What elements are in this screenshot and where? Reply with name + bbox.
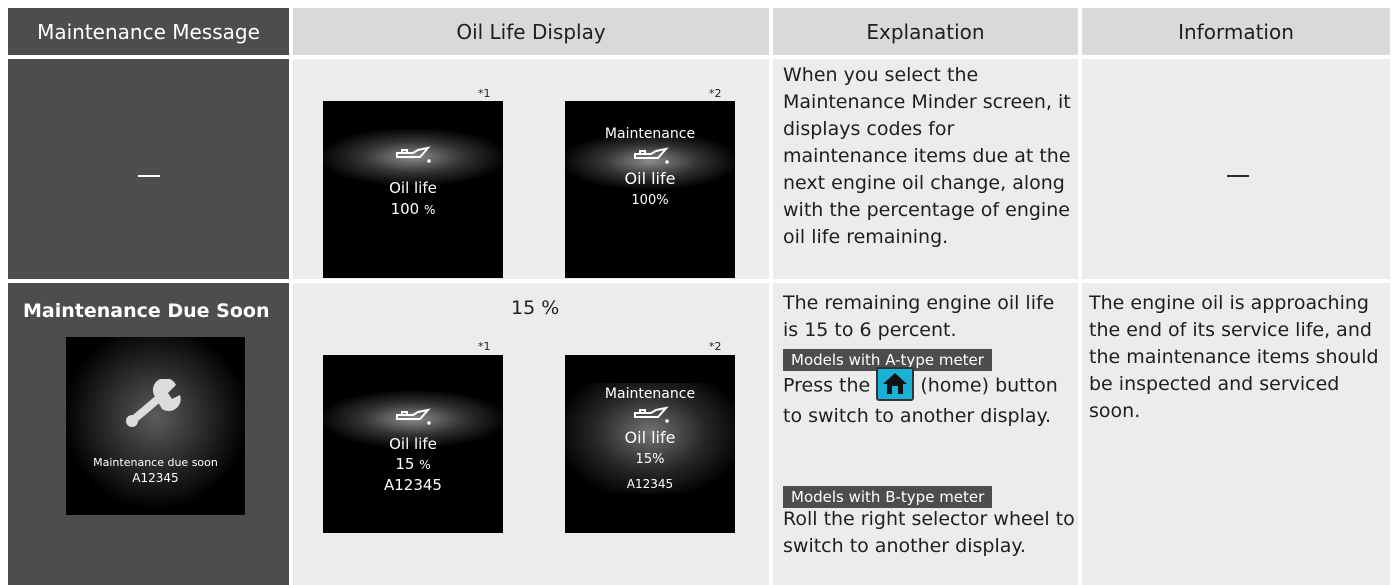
footnote-2: *2: [709, 340, 722, 353]
header-label: Oil Life Display: [456, 19, 606, 44]
oil-life-label: Oil life: [624, 428, 676, 447]
row1-information-cell: [1082, 59, 1390, 279]
oil-life-screen-a: Oil life 100 %: [323, 101, 503, 278]
header-explanation: Explanation: [773, 8, 1078, 55]
em-dash: [1227, 175, 1249, 177]
oil-can-icon: [634, 147, 669, 164]
information-text: The engine oil is approaching the end of…: [1089, 292, 1379, 422]
oil-life-label: Oil life: [624, 169, 676, 188]
em-dash: [138, 175, 160, 177]
oil-life-screen-a: Oil life 15 % A12345: [323, 355, 503, 533]
oil-life-label: Oil life: [389, 435, 437, 453]
maintenance-label: Maintenance: [604, 126, 696, 142]
b-type-meter-badge: Models with B-type meter: [783, 486, 993, 508]
oil-can-icon: [396, 146, 431, 163]
explanation-text: When you select the Maintenance Minder s…: [783, 64, 1071, 248]
press-text: Press the: [783, 374, 871, 397]
header-label: Maintenance Message: [37, 19, 260, 44]
oil-life-percent: 15: [395, 455, 415, 473]
footnote-1: *1: [478, 340, 491, 353]
header-label: Explanation: [866, 19, 985, 44]
percent-unit: %: [419, 458, 431, 472]
oil-life-percent: 15%: [635, 452, 665, 467]
home-button-icon: [876, 367, 915, 401]
row2-message-cell: Maintenance Due Soon Maintenance due soo…: [8, 283, 289, 585]
footnote-1: *1: [478, 87, 491, 100]
maintenance-code: A12345: [384, 476, 442, 494]
wrench-icon: [126, 379, 181, 427]
oil-life-value: 100 %: [323, 200, 503, 220]
maintenance-due-soon-screen: Maintenance due soon A12345: [66, 337, 245, 515]
percent-unit: %: [424, 203, 436, 217]
row1-oil-life-cell: *1 *2 Oil life 100 % Maintenance Oil lif…: [293, 59, 769, 279]
maintenance-table: Maintenance Message Oil Life Display Exp…: [8, 8, 1390, 585]
header-oil-life-display: Oil Life Display: [293, 8, 769, 55]
header-maintenance-message: Maintenance Message: [8, 8, 289, 55]
row2-oil-life-cell: 15 % *1 *2 Oil life 15 % A12345 Maintena…: [293, 283, 769, 585]
row1-explanation-cell: When you select the Maintenance Minder s…: [773, 59, 1078, 279]
maintenance-code: A12345: [132, 471, 179, 485]
press-home-instruction: Press the (home) button to switch to ano…: [783, 367, 1075, 430]
maintenance-due-soon-title: Maintenance Due Soon: [23, 300, 270, 322]
maintenance-label: Maintenance: [604, 386, 696, 402]
row2-information-cell: The engine oil is approaching the end of…: [1082, 283, 1390, 585]
explanation-intro: The remaining engine oil life is 15 to 6…: [783, 292, 1055, 341]
oil-can-icon: [634, 406, 669, 423]
maintenance-code: A12345: [626, 477, 674, 491]
oil-life-screen-b: Maintenance Oil life 15% A12345: [565, 355, 735, 533]
percent-label: 15 %: [511, 297, 560, 319]
roll-wheel-instruction: Roll the right selector wheel to switch …: [783, 508, 1075, 557]
home-text: (home): [920, 374, 990, 397]
oil-life-value: 15 %: [323, 455, 503, 475]
due-soon-label: Maintenance due soon: [93, 456, 218, 469]
oil-life-percent: 100%: [631, 193, 669, 208]
row1-message-cell: [8, 59, 289, 279]
header-information: Information: [1082, 8, 1390, 55]
footnote-2: *2: [709, 87, 722, 100]
oil-life-percent: 100: [390, 200, 420, 218]
header-label: Information: [1178, 19, 1294, 44]
oil-life-screen-b: Maintenance Oil life 100%: [565, 101, 735, 278]
row2-explanation-cell: The remaining engine oil life is 15 to 6…: [773, 283, 1078, 585]
oil-life-label: Oil life: [389, 179, 437, 197]
oil-can-icon: [396, 408, 431, 425]
